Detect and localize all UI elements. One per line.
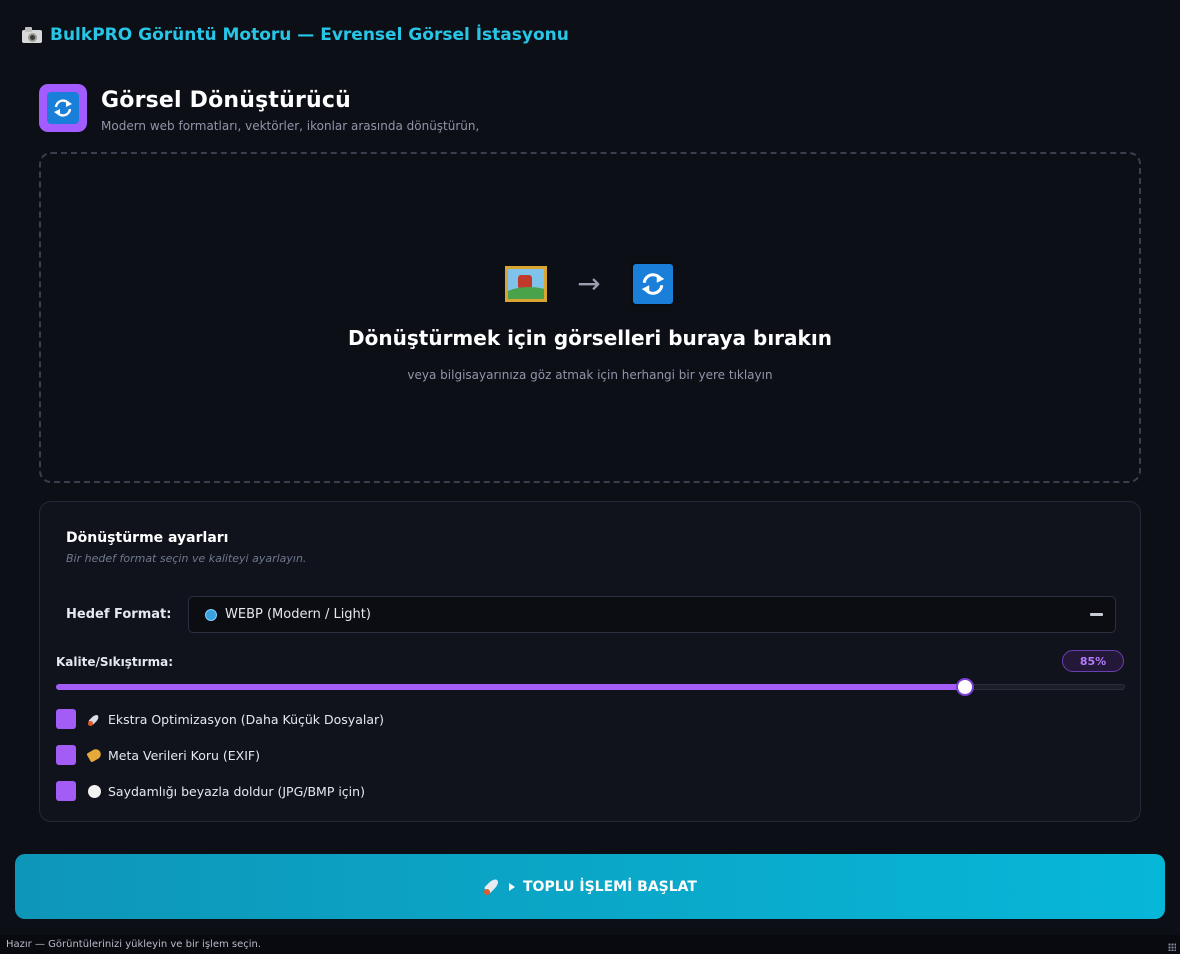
conversion-settings-panel: Dönüştürme ayarları Bir hedef format seç… <box>39 501 1141 822</box>
fill-transparency-checkbox[interactable] <box>56 781 76 801</box>
start-batch-button[interactable]: TOPLU İŞLEMİ BAŞLAT <box>15 854 1165 919</box>
drop-zone-icons: → <box>505 262 675 306</box>
keep-metadata-label: Meta Verileri Koru (EXIF) <box>108 747 260 763</box>
target-format-value: WEBP (Modern / Light) <box>225 607 371 622</box>
app-title: BulkPRO Görüntü Motoru — Evrensel Görsel… <box>22 22 569 48</box>
quality-value-badge: 85% <box>1062 650 1124 672</box>
arrow-right-icon: → <box>577 267 601 300</box>
settings-title: Dönüştürme ayarları <box>66 530 229 546</box>
tool-icon <box>39 84 87 132</box>
page-subtitle: Modern web formatları, vektörler, ikonla… <box>101 119 480 133</box>
start-batch-label: TOPLU İŞLEMİ BAŞLAT <box>523 878 697 895</box>
slider-fill <box>56 684 965 690</box>
keep-metadata-checkbox[interactable] <box>56 745 76 765</box>
drop-zone-title: Dönüştürmek için görselleri buraya bırak… <box>348 326 832 350</box>
target-format-label: Hedef Format: <box>66 607 172 622</box>
rocket-icon <box>483 876 501 896</box>
white-circle-icon <box>88 784 101 798</box>
quality-label: Kalite/Sıkıştırma: <box>56 655 174 669</box>
quality-slider[interactable] <box>56 678 1125 696</box>
settings-subtitle: Bir hedef format seçin ve kaliteyi ayarl… <box>66 552 307 565</box>
status-bar: Hazır — Görüntülerinizi yükleyin ve bir … <box>0 935 1180 954</box>
target-format-select[interactable]: WEBP (Modern / Light) <box>188 596 1116 633</box>
globe-icon <box>205 608 217 621</box>
option-extra-optimization[interactable]: Ekstra Optimizasyon (Daha Küçük Dosyalar… <box>56 709 384 729</box>
resize-grip-icon[interactable] <box>1168 943 1176 951</box>
drop-zone[interactable]: → Dönüştürmek için görselleri buraya bır… <box>39 152 1141 483</box>
fill-transparency-label: Saydamlığı beyazla doldur (JPG/BMP için) <box>108 783 365 799</box>
tag-icon <box>86 747 103 763</box>
app-title-text: BulkPRO Görüntü Motoru — Evrensel Görsel… <box>50 25 569 45</box>
drop-zone-subtitle: veya bilgisayarınıza göz atmak için herh… <box>407 368 773 382</box>
page-title: Görsel Dönüştürücü <box>101 88 352 113</box>
tool-header: Görsel Dönüştürücü Modern web formatları… <box>39 84 479 133</box>
extra-optimization-checkbox[interactable] <box>56 709 76 729</box>
play-icon <box>509 882 515 891</box>
status-text: Hazır — Görüntülerinizi yükleyin ve bir … <box>6 939 262 950</box>
extra-optimization-label: Ekstra Optimizasyon (Daha Küçük Dosyalar… <box>108 711 385 727</box>
camera-icon <box>22 27 42 43</box>
option-keep-metadata[interactable]: Meta Verileri Koru (EXIF) <box>56 745 260 765</box>
dropdown-indicator-icon <box>1090 613 1103 616</box>
refresh-icon <box>47 92 79 124</box>
picture-icon <box>505 266 548 302</box>
slider-thumb[interactable] <box>955 678 974 696</box>
rocket-icon <box>87 712 101 726</box>
option-fill-transparency[interactable]: Saydamlığı beyazla doldur (JPG/BMP için) <box>56 781 365 801</box>
refresh-icon <box>630 262 675 306</box>
